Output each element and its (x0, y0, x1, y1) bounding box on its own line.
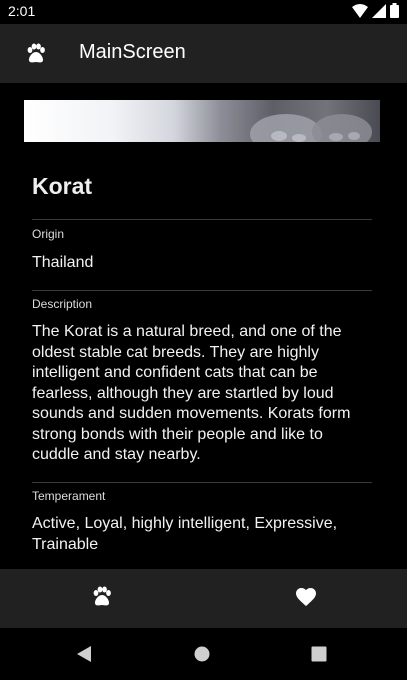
paw-icon (90, 585, 114, 613)
battery-icon (390, 2, 399, 22)
heart-icon (294, 585, 318, 613)
status-icons (352, 2, 399, 22)
breed-name: Korat (32, 173, 93, 199)
system-nav-bar (0, 628, 407, 680)
breed-detail[interactable]: Korat Origin Thailand Description The Ko… (0, 83, 407, 569)
nav-item-favorites[interactable] (204, 569, 407, 628)
recents-icon[interactable] (307, 642, 331, 666)
status-time: 2:01 (8, 3, 36, 19)
origin-value: Thailand (32, 254, 94, 271)
temperament-label: Temperament (32, 489, 106, 503)
divider (32, 482, 372, 483)
home-icon[interactable] (190, 642, 214, 666)
wifi-icon (352, 3, 368, 22)
origin-label: Origin (32, 227, 65, 241)
divider (32, 290, 372, 291)
bottom-nav (0, 569, 407, 628)
nav-item-breeds[interactable] (0, 569, 203, 628)
status-bar: 2:01 (0, 0, 407, 24)
app-title: MainScreen (79, 41, 186, 63)
breed-image (24, 100, 380, 142)
app-bar: MainScreen (0, 24, 407, 83)
divider (32, 219, 372, 220)
signal-icon (372, 3, 386, 22)
description-value: The Korat is a natural breed, and one of… (32, 323, 351, 463)
back-icon[interactable] (73, 642, 97, 666)
temperament-value: Active, Loyal, highly intelligent, Expre… (32, 515, 338, 553)
paw-icon (24, 42, 48, 66)
description-label: Description (32, 297, 93, 311)
